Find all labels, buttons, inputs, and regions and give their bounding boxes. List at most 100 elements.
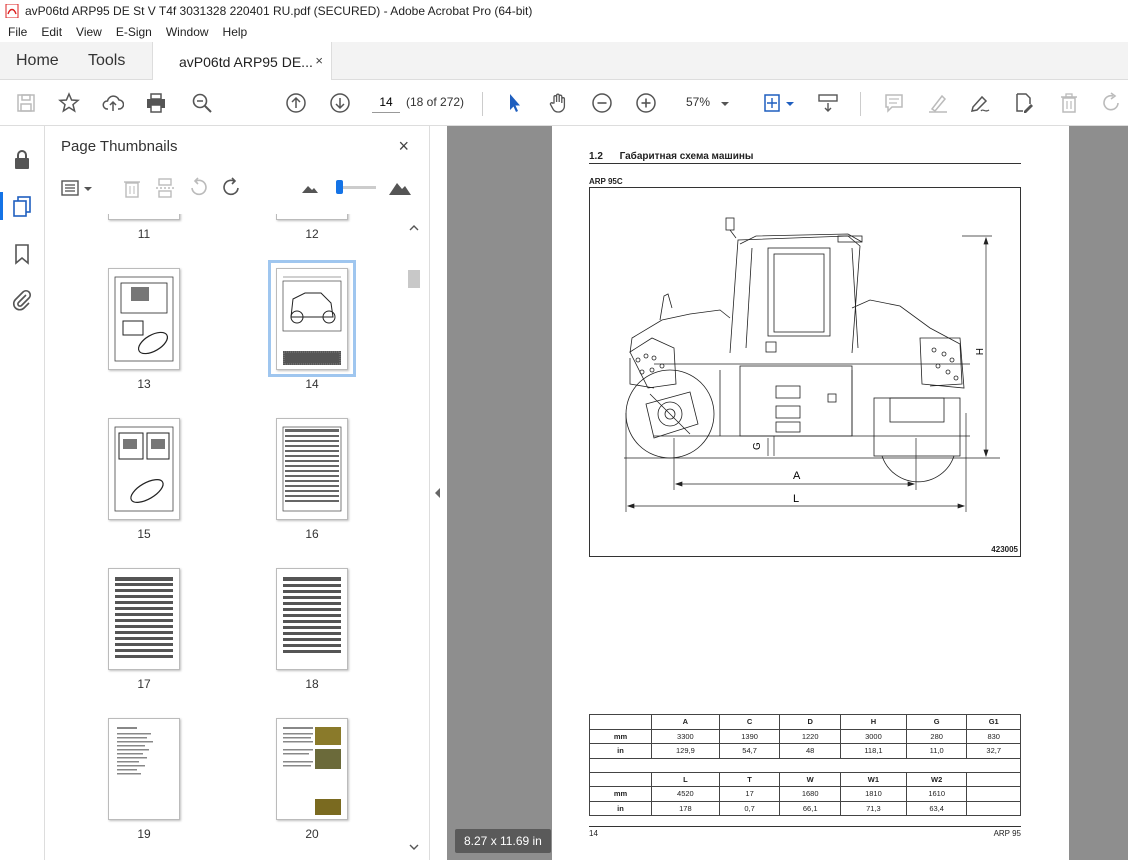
save-icon[interactable] [14, 91, 38, 115]
scroll-up-icon[interactable] [406, 223, 422, 233]
menu-edit[interactable]: Edit [34, 25, 69, 39]
tab-tools[interactable]: Tools [88, 52, 125, 70]
section-title: 1.2 Габаритная схема машины [589, 151, 754, 162]
dim-label-g: G [752, 442, 763, 450]
thumbnail-number: 17 [137, 677, 151, 691]
scroll-mode-icon[interactable] [816, 91, 840, 115]
thumbnail-page[interactable] [108, 214, 180, 220]
large-mountain-icon[interactable] [388, 176, 412, 200]
thumbnail-number: 15 [137, 527, 151, 541]
attachment-icon[interactable] [10, 288, 34, 312]
table-cell: W1 [840, 771, 907, 787]
table-cell: 118,1 [840, 743, 907, 759]
comment-icon[interactable] [882, 91, 906, 115]
lock-icon[interactable] [10, 148, 34, 172]
menu-help[interactable]: Help [216, 25, 255, 39]
sign-pen-icon[interactable] [968, 91, 992, 115]
rotate-ccw-icon[interactable] [186, 176, 210, 200]
table-cell: 4520 [651, 786, 720, 802]
redo-icon[interactable] [1100, 91, 1124, 115]
thumbnail-page[interactable] [108, 268, 180, 370]
small-mountain-icon[interactable] [298, 176, 322, 200]
table-cell: 54,7 [718, 743, 781, 759]
rotate-cw-icon[interactable] [220, 176, 244, 200]
table-cell: 3300 [651, 728, 720, 744]
upload-cloud-icon[interactable] [101, 91, 125, 115]
table-cell: 1390 [718, 728, 781, 744]
tab-home[interactable]: Home [16, 52, 59, 70]
collapse-panel-icon[interactable] [432, 486, 442, 500]
zoom-search-icon[interactable] [190, 91, 214, 115]
scrollbar-thumb[interactable] [408, 270, 420, 288]
thumbnail-page-selected[interactable] [276, 268, 348, 370]
trash-icon[interactable] [1057, 91, 1081, 115]
thumbnail-number: 16 [305, 527, 319, 541]
edit-pdf-icon[interactable] [1012, 91, 1036, 115]
scroll-down-icon[interactable] [406, 842, 422, 852]
window-title: avP06td ARP95 DE St V T4f 3031328 220401… [25, 4, 533, 18]
fit-page-icon[interactable] [760, 91, 784, 115]
select-cursor-icon[interactable] [502, 91, 526, 115]
menu-file[interactable]: File [0, 25, 34, 39]
page-number-input[interactable] [372, 91, 400, 113]
slider-thumb[interactable] [336, 180, 343, 194]
table-row: L T W W1 W2 [589, 771, 1021, 787]
table-cell: 280 [905, 728, 968, 744]
thumbnail-size-slider[interactable] [338, 186, 376, 189]
table-cell: 63,4 [905, 800, 968, 816]
document-page: 1.2 Габаритная схема машины ARP 95C A L … [552, 126, 1069, 860]
zoom-out-icon[interactable] [590, 91, 614, 115]
thumbnail-page[interactable] [108, 568, 180, 670]
thumbnail-page[interactable] [276, 418, 348, 520]
thumbnail-scrollbar[interactable] [406, 220, 422, 860]
zoom-dropdown-icon[interactable] [718, 91, 732, 115]
thumbnail-page[interactable] [108, 418, 180, 520]
tab-document[interactable]: avP06td ARP95 DE... × [152, 42, 332, 81]
footer-page-number: 14 [589, 829, 598, 838]
table-cell: 17 [718, 786, 781, 802]
table-cell [966, 771, 1021, 787]
model-label: ARP 95C [589, 177, 623, 186]
highlight-pen-icon[interactable] [926, 91, 950, 115]
table-cell [589, 714, 652, 730]
dim-label-a: A [793, 470, 801, 482]
table-cell: D [779, 714, 841, 730]
zoom-in-icon[interactable] [634, 91, 658, 115]
footer-model: ARP 95 [993, 829, 1021, 838]
options-menu-icon[interactable] [60, 176, 94, 200]
tab-document-label: avP06td ARP95 DE... [179, 53, 313, 70]
table-cell: T [718, 771, 781, 787]
bookmark-icon[interactable] [10, 242, 34, 266]
star-icon[interactable] [57, 91, 81, 115]
zoom-level[interactable]: 57% [686, 95, 710, 109]
panel-close-icon[interactable]: × [398, 136, 409, 157]
table-cell: 129,9 [651, 743, 720, 759]
thumbnail-list: 11 12 13 14 15 16 17 18 19 20 [46, 214, 408, 860]
thumbnail-page[interactable] [276, 568, 348, 670]
table-cell: mm [589, 728, 652, 744]
delete-page-icon[interactable] [120, 176, 144, 200]
footer-rule [589, 826, 1021, 827]
next-page-icon[interactable] [328, 91, 352, 115]
hand-tool-icon[interactable] [546, 91, 570, 115]
table-row: mm 3300 1390 1220 3000 280 830 [589, 728, 1021, 744]
table-cell [589, 771, 652, 787]
menu-esign[interactable]: E-Sign [109, 25, 159, 39]
thumbnail-page[interactable] [276, 718, 348, 820]
menu-window[interactable]: Window [159, 25, 216, 39]
menu-view[interactable]: View [69, 25, 109, 39]
prev-page-icon[interactable] [284, 91, 308, 115]
insert-page-icon[interactable] [153, 176, 177, 200]
table-cell: A [651, 714, 720, 730]
table-cell: 1680 [779, 786, 841, 802]
print-icon[interactable] [144, 91, 168, 115]
dimensions-table: A C D H G G1 mm 3300 1390 1220 3000 280 … [589, 714, 1021, 816]
thumbnail-page[interactable] [276, 214, 348, 220]
fit-dropdown-icon[interactable] [784, 91, 796, 115]
table-cell: 1810 [840, 786, 907, 802]
thumbnail-page[interactable] [108, 718, 180, 820]
table-row: in 178 0,7 66,1 71,3 63,4 [589, 800, 1021, 816]
page-thumbnails-icon[interactable] [10, 194, 34, 218]
tab-close-icon[interactable]: × [315, 53, 323, 68]
rail-active-indicator [0, 192, 3, 220]
